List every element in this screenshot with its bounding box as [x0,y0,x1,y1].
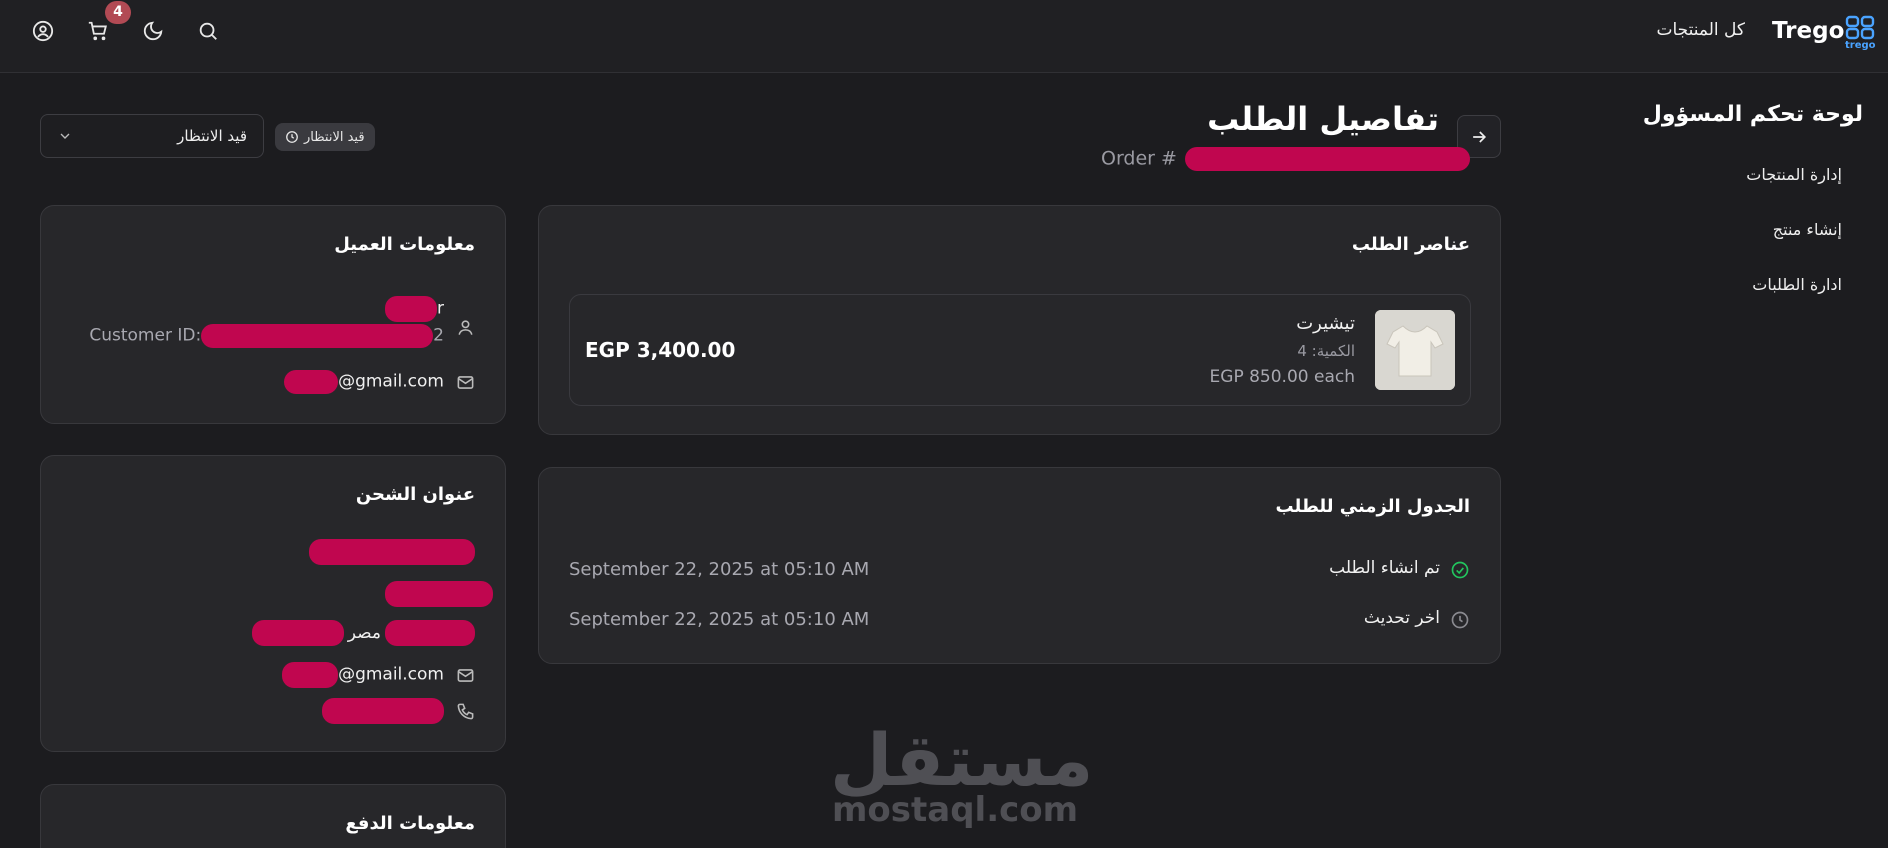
item-total: EGP 3,400.00 [585,338,736,362]
status-select-value: قيد الانتظار [177,127,247,145]
shipping-name-row [309,539,475,565]
user-icon[interactable] [29,17,57,45]
list-item: تيشيرت الكمية: 4 EGP 850.00 each EGP 3,4… [569,294,1471,406]
customer-name-tail: r [437,298,444,319]
clock-icon [1451,611,1469,629]
redaction-mark [309,539,475,565]
status-badge-label: قيد الانتظار [304,129,365,145]
shipping-address-card: عنوان الشحن مصر @gmail.com [40,455,506,752]
redaction-mark [282,662,339,688]
page: 4 كل المنتجات Trego trego لوحة تحكم المس… [0,0,1888,848]
shipping-country: مصر [347,622,381,643]
shipping-title: عنوان الشحن [355,484,475,505]
brand-name[interactable]: Trego [1772,18,1844,44]
shipping-address-row: مصر [251,620,475,646]
nav-all-products[interactable]: كل المنتجات [1656,20,1745,40]
chevron-down-icon [60,133,70,139]
logo-icon[interactable]: trego [1845,15,1876,51]
item-name: تيشيرت [1296,313,1355,334]
payment-title: معلومات الدفع [345,813,475,834]
search-icon[interactable] [194,17,222,45]
moon-icon[interactable] [139,17,167,45]
order-number: Order # [1101,147,1470,171]
customer-id-tail: 2 [433,325,444,346]
item-quantity: الكمية: 4 [1297,342,1355,360]
order-items-title: عناصر الطلب [1351,234,1470,255]
redaction-mark [322,698,444,724]
logo-subtext: trego [1845,40,1876,51]
timeline-label: اخر تحديث [1363,608,1440,628]
customer-email-tail: @gmail.com [338,371,444,392]
sidebar-item-manage-orders[interactable]: ادارة الطلبات [1752,275,1842,294]
product-thumbnail [1375,310,1455,390]
top-header: 4 كل المنتجات Trego trego [0,0,1888,73]
cart-count-badge: 4 [105,1,131,24]
clock-icon [286,131,298,143]
check-circle-icon [1451,561,1469,579]
sidebar-item-create-product[interactable]: إنشاء منتج [1773,220,1842,239]
redaction-mark [1184,147,1470,171]
shipping-email-row: @gmail.com [282,662,475,688]
status-select[interactable]: قيد الانتظار [40,114,264,158]
redaction-mark [201,324,434,348]
redaction-mark [385,581,493,607]
mail-icon [457,668,474,682]
order-items-card: عناصر الطلب تيشيرت الكمية: 4 EGP 850.00 … [538,205,1501,435]
order-number-prefix: Order # [1101,147,1177,170]
order-timeline-card: الجدول الزمني للطلب تم انشاء الطلب Septe… [538,467,1501,664]
customer-email-row: @gmail.com [284,370,475,394]
payment-info-card: معلومات الدفع [40,784,506,848]
status-badge: قيد الانتظار [275,123,375,151]
sidebar-title: لوحة تحكم المسؤول [1642,102,1863,127]
customer-info-title: معلومات العميل [334,234,475,255]
phone-icon [457,703,474,719]
timeline-row: تم انشاء الطلب September 22, 2025 at 05:… [569,558,1470,582]
shipping-line-row [385,581,493,607]
customer-id-prefix: Customer ID: [89,325,202,346]
watermark-latin: mostaql.com [832,790,1079,830]
user-icon [458,320,473,335]
timeline-row: اخر تحديث September 22, 2025 at 05:10 AM [569,608,1470,632]
customer-name-row: r Customer ID: 2 [89,296,475,356]
customer-info-card: معلومات العميل r Customer ID: 2 @gmail.co… [40,205,506,424]
timeline-date: September 22, 2025 at 05:10 AM [569,559,870,580]
redaction-mark [251,620,344,646]
timeline-title: الجدول الزمني للطلب [1275,496,1470,517]
mail-icon [457,375,474,389]
redaction-mark [385,296,437,322]
shipping-email-tail: @gmail.com [338,664,444,685]
arrow-right-icon [1473,130,1487,143]
redaction-mark [284,370,339,394]
timeline-date: September 22, 2025 at 05:10 AM [569,609,870,630]
cart-icon[interactable] [84,17,112,45]
shipping-phone-row [322,698,475,724]
page-title: تفاصيل الطلب [1207,100,1439,138]
timeline-label: تم انشاء الطلب [1329,558,1440,578]
sidebar-item-manage-products[interactable]: إدارة المنتجات [1746,165,1842,184]
item-unit-price: EGP 850.00 each [1209,367,1355,387]
redaction-mark [385,620,475,646]
